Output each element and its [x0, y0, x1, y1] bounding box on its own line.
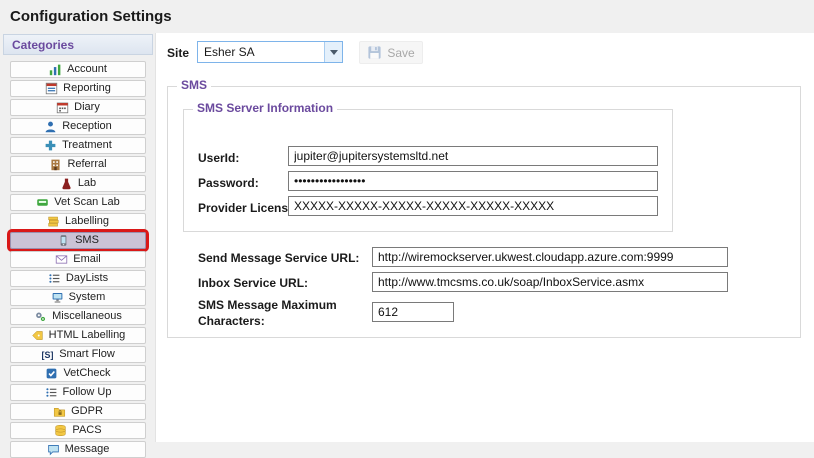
- sidebar-item-label: Labelling: [64, 215, 110, 227]
- sms-groupbox-title: SMS: [177, 79, 212, 91]
- userid-field[interactable]: [288, 146, 658, 166]
- sidebar-item-diary[interactable]: Diary: [10, 99, 146, 116]
- sidebar-item-labelling[interactable]: Labelling: [10, 213, 146, 230]
- sidebar-item-label: Reporting: [63, 82, 111, 94]
- chevron-down-icon: [329, 49, 338, 55]
- list-icon: [45, 386, 58, 399]
- sidebar-item-vetcheck[interactable]: VetCheck: [10, 365, 146, 382]
- sidebar-item-follow-up[interactable]: Follow Up: [10, 384, 146, 401]
- inbox-url-field[interactable]: [372, 272, 728, 292]
- userid-label: UserId:: [198, 151, 240, 165]
- sidebar-item-system[interactable]: System: [10, 289, 146, 306]
- inbox-url-label: Inbox Service URL:: [198, 276, 309, 290]
- sidebar-item-label: Reception: [62, 120, 112, 132]
- settings-panel: Site Esher SA Save SMS SMS Server Inform…: [155, 33, 814, 442]
- sidebar-item-html-labelling[interactable]: HTML Labelling: [10, 327, 146, 344]
- sidebar-item-reception[interactable]: Reception: [10, 118, 146, 135]
- report-icon: [45, 82, 58, 95]
- sidebar-item-label: DayLists: [65, 272, 109, 284]
- labels-icon: [47, 215, 60, 228]
- sidebar-item-lab[interactable]: Lab: [10, 175, 146, 192]
- send-url-field[interactable]: [372, 247, 728, 267]
- database-icon: [54, 424, 67, 437]
- sidebar-item-label: Vet Scan Lab: [54, 196, 120, 208]
- building-icon: [49, 158, 62, 171]
- sidebar-item-label: Lab: [77, 177, 97, 189]
- sidebar-item-label: Treatment: [62, 139, 112, 151]
- sidebar-item-vet-scan-lab[interactable]: Vet Scan Lab: [10, 194, 146, 211]
- tag-icon: [31, 329, 44, 342]
- save-button[interactable]: Save: [359, 41, 423, 64]
- calendar-icon: [56, 101, 69, 114]
- sidebar-item-label: PACS: [72, 424, 102, 436]
- sidebar-item-label: Email: [73, 253, 101, 265]
- scanner-icon: [36, 196, 49, 209]
- smartflow-icon: [S]: [41, 348, 54, 361]
- page-title: Configuration Settings: [10, 8, 172, 25]
- send-url-label: Send Message Service URL:: [198, 251, 360, 265]
- password-field[interactable]: [288, 171, 658, 191]
- save-icon: [368, 46, 381, 59]
- category-list: Account Reporting Diary Reception Treatment R…: [3, 61, 153, 458]
- sidebar-item-message[interactable]: Message: [10, 441, 146, 458]
- check-square-icon: [45, 367, 58, 380]
- sidebar-item-label: Message: [64, 443, 110, 455]
- categories-sidebar: Categories Account Reporting Diary Receptio…: [3, 34, 153, 458]
- sidebar-item-label: Miscellaneous: [52, 310, 122, 322]
- sidebar-item-label: Referral: [67, 158, 107, 170]
- gears-icon: [34, 310, 47, 323]
- svg-text:[S]: [S]: [42, 350, 54, 360]
- sms-server-info-title: SMS Server Information: [193, 102, 338, 114]
- medical-cross-icon: [44, 139, 57, 152]
- folder-lock-icon: [53, 405, 66, 418]
- password-label: Password:: [198, 176, 259, 190]
- bar-chart-icon: [49, 63, 62, 76]
- provider-license-field[interactable]: [288, 196, 658, 216]
- flask-icon: [60, 177, 73, 190]
- sidebar-item-sms[interactable]: SMS: [7, 229, 149, 252]
- sidebar-item-gdpr[interactable]: GDPR: [10, 403, 146, 420]
- list-icon: [48, 272, 61, 285]
- person-icon: [44, 120, 57, 133]
- sidebar-item-label: VetCheck: [63, 367, 111, 379]
- site-dropdown-button[interactable]: [324, 42, 342, 62]
- sidebar-item-account[interactable]: Account: [10, 61, 146, 78]
- sms-groupbox: SMS SMS Server Information UserId: Passw…: [167, 79, 801, 338]
- max-chars-label: SMS Message Maximum Characters:: [198, 298, 337, 328]
- sidebar-item-label: HTML Labelling: [48, 329, 126, 341]
- max-chars-field[interactable]: [372, 302, 454, 322]
- sidebar-item-label: Account: [67, 63, 107, 75]
- site-dropdown-value: Esher SA: [204, 45, 255, 59]
- sidebar-item-label: Diary: [74, 101, 100, 113]
- sidebar-item-daylists[interactable]: DayLists: [10, 270, 146, 287]
- mobile-phone-icon: [57, 234, 70, 247]
- sidebar-item-treatment[interactable]: Treatment: [10, 137, 146, 154]
- sidebar-item-referral[interactable]: Referral: [10, 156, 146, 173]
- site-dropdown[interactable]: Esher SA: [197, 41, 343, 63]
- sidebar-item-label: GDPR: [71, 405, 103, 417]
- sidebar-item-label: System: [68, 291, 106, 303]
- sidebar-item-label: Follow Up: [62, 386, 112, 398]
- sidebar-item-label: Smart Flow: [59, 348, 115, 360]
- site-label: Site: [167, 46, 190, 60]
- monitor-icon: [51, 291, 64, 304]
- sidebar-item-smart-flow[interactable]: [S] Smart Flow: [10, 346, 146, 363]
- provider-license-label: Provider License:: [198, 201, 299, 215]
- categories-header: Categories: [3, 34, 153, 55]
- sidebar-item-pacs[interactable]: PACS: [10, 422, 146, 439]
- envelope-icon: [55, 253, 68, 266]
- speech-bubble-icon: [47, 443, 60, 456]
- save-button-label: Save: [387, 45, 415, 60]
- sidebar-item-miscellaneous[interactable]: Miscellaneous: [10, 308, 146, 325]
- sidebar-item-reporting[interactable]: Reporting: [10, 80, 146, 97]
- sidebar-item-label: SMS: [75, 234, 99, 246]
- sidebar-item-email[interactable]: Email: [10, 251, 146, 268]
